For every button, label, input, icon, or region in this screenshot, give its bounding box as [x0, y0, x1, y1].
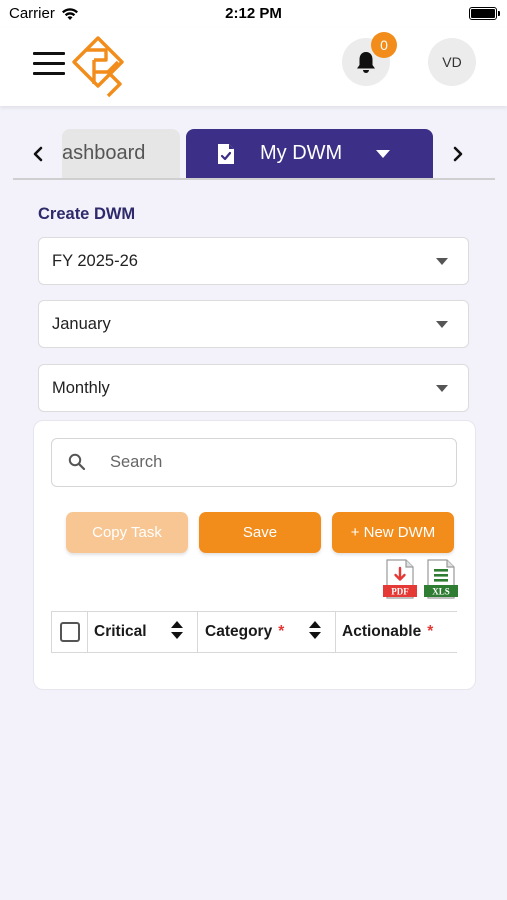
select-all-cell [52, 612, 88, 652]
copy-task-button[interactable]: Copy Task [66, 512, 188, 553]
tab-my-dwm[interactable]: My DWM [186, 129, 433, 178]
tab-dashboard[interactable]: ashboard [62, 129, 180, 178]
month-select[interactable]: January [38, 300, 469, 348]
dropdown-arrow-icon [436, 321, 448, 328]
search-box [51, 438, 457, 487]
column-label: Critical [94, 623, 147, 640]
required-mark: * [278, 623, 285, 640]
frequency-select[interactable]: Monthly [38, 364, 469, 412]
brand-logo [72, 36, 124, 98]
month-value: January [52, 314, 111, 333]
tab-divider [13, 178, 495, 180]
fiscal-year-select[interactable]: FY 2025-26 [38, 237, 469, 285]
page-title: Create DWM [38, 205, 136, 223]
tab-scroll-right-button[interactable] [446, 140, 470, 168]
caret-down-icon[interactable] [375, 149, 391, 159]
chevron-left-icon [33, 146, 43, 162]
document-check-icon [216, 142, 236, 166]
sort-icon[interactable] [171, 621, 183, 639]
select-all-checkbox[interactable] [59, 622, 80, 642]
status-bar: Carrier 2:12 PM [0, 0, 507, 28]
pdf-export-icon[interactable]: PDF [382, 558, 418, 600]
column-header-actionable[interactable]: Actionable * [336, 612, 457, 652]
search-input[interactable] [110, 439, 440, 486]
tab-dashboard-label: ashboard [62, 142, 146, 164]
column-label: Category [205, 623, 273, 640]
sort-icon[interactable] [309, 621, 321, 639]
column-label: Actionable [342, 623, 422, 640]
search-icon [68, 453, 86, 471]
pdf-label: PDF [391, 587, 409, 597]
dropdown-arrow-icon [436, 258, 448, 265]
avatar[interactable]: VD [428, 38, 476, 86]
chevron-right-icon [453, 146, 463, 162]
task-table-header: Critical Category * Actionable * [51, 611, 457, 653]
menu-icon[interactable] [33, 52, 65, 78]
new-dwm-button[interactable]: + New DWM [332, 512, 454, 553]
xls-label: XLS [432, 587, 450, 597]
required-mark: * [427, 623, 434, 640]
status-time: 2:12 PM [225, 5, 282, 22]
app-header: 0 VD [0, 28, 507, 106]
tab-scroll-left-button[interactable] [26, 140, 50, 168]
dropdown-arrow-icon [436, 385, 448, 392]
tab-my-dwm-label: My DWM [260, 142, 343, 164]
battery-icon [469, 7, 500, 20]
save-button[interactable]: Save [199, 512, 321, 553]
column-header-category[interactable]: Category * [198, 612, 336, 652]
column-header-critical[interactable]: Critical [88, 612, 198, 652]
frequency-value: Monthly [52, 378, 110, 397]
notification-badge: 0 [371, 32, 397, 58]
fiscal-year-value: FY 2025-26 [52, 251, 138, 270]
xls-export-icon[interactable]: XLS [423, 558, 459, 600]
